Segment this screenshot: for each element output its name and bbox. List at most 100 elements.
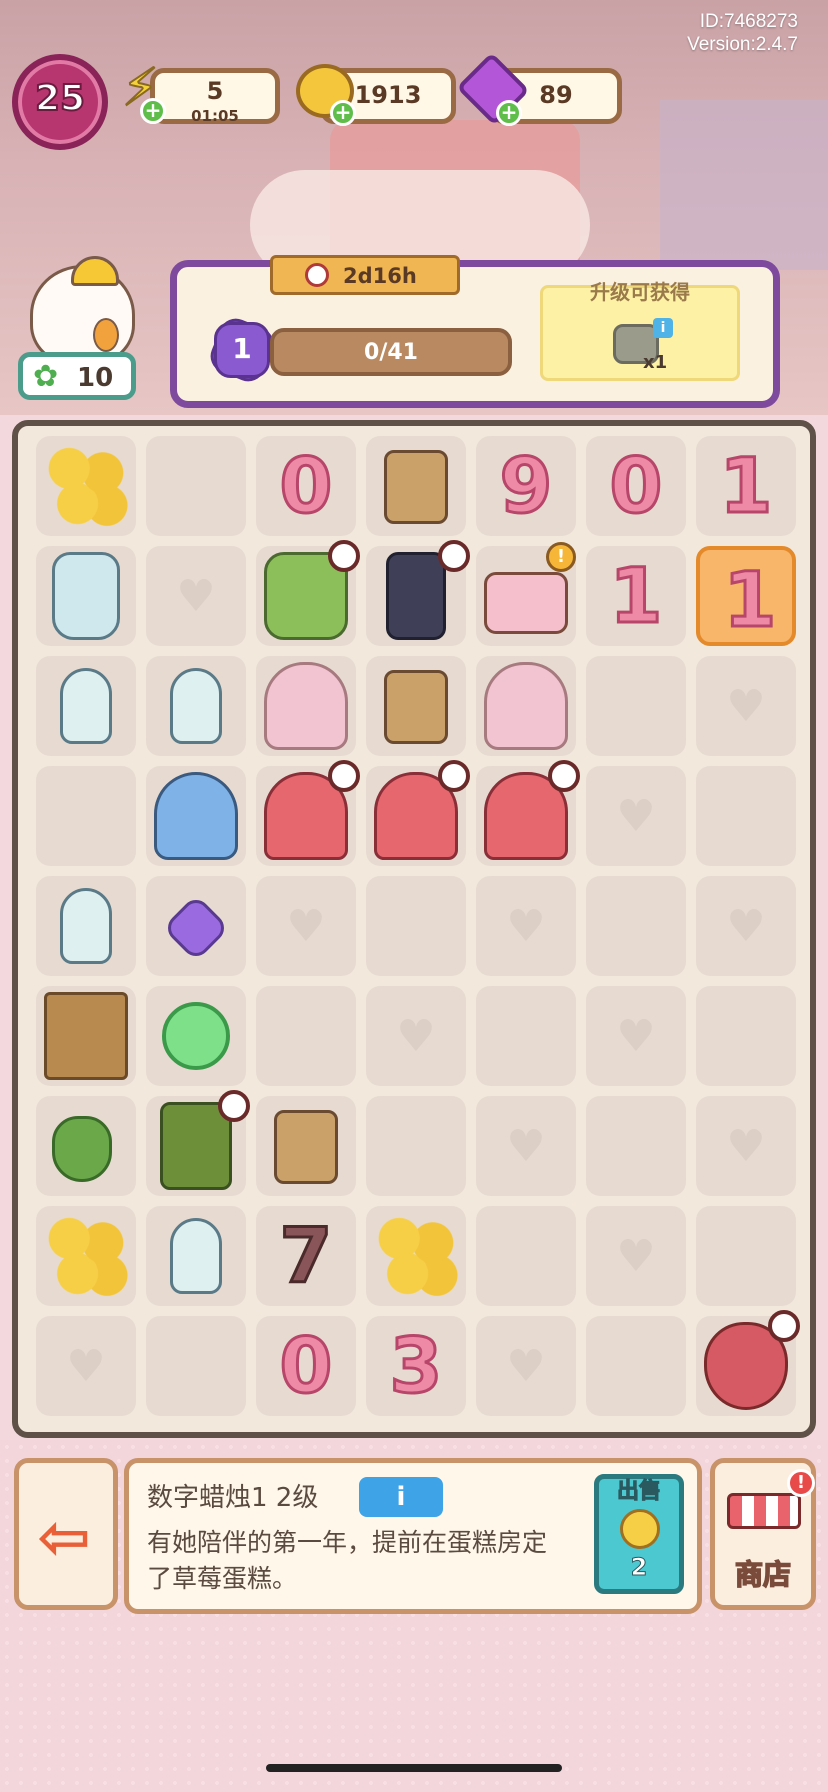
number-candle-item[interactable]: 0 xyxy=(264,442,348,530)
number-candle-item[interactable]: 3 xyxy=(374,1322,458,1410)
number-candle-item[interactable]: 0 xyxy=(594,442,678,530)
upgrade-reward-box[interactable]: 升级可获得 i x1 xyxy=(540,280,740,381)
music-box-item[interactable] xyxy=(384,450,448,524)
board-cell[interactable] xyxy=(36,876,136,976)
pouch-item[interactable] xyxy=(52,1116,112,1182)
board-cell[interactable]: 7 xyxy=(256,1206,356,1306)
board-cell[interactable] xyxy=(146,766,246,866)
candy-item[interactable] xyxy=(162,1002,230,1070)
board-cell[interactable]: 1 xyxy=(586,546,686,646)
board-cell[interactable] xyxy=(36,656,136,756)
board-cell[interactable] xyxy=(146,656,246,756)
board-cell[interactable]: 0 xyxy=(256,436,356,536)
jar-item[interactable] xyxy=(52,552,120,640)
energy-plus-button[interactable]: + xyxy=(140,98,166,124)
board-cell[interactable]: ♥ xyxy=(146,546,246,646)
board-cell[interactable]: ♥ xyxy=(586,986,686,1086)
board-cell[interactable] xyxy=(696,986,796,1086)
number-candle-item[interactable]: 7 xyxy=(264,1212,348,1300)
umbrella-item[interactable] xyxy=(154,772,238,860)
cherry-tree-item[interactable] xyxy=(264,662,348,750)
music-box-item[interactable] xyxy=(384,670,448,744)
board-cell[interactable] xyxy=(366,1096,466,1196)
board-cell[interactable] xyxy=(36,546,136,646)
board-cell[interactable] xyxy=(696,766,796,866)
board-cell[interactable]: 3 xyxy=(366,1316,466,1416)
cherry-tree-item[interactable] xyxy=(484,662,568,750)
board-cell[interactable] xyxy=(146,876,246,976)
board-cell[interactable]: ♥ xyxy=(696,876,796,976)
board-cell[interactable]: ♥ xyxy=(366,986,466,1086)
board-cell[interactable] xyxy=(146,1316,246,1416)
board-cell[interactable] xyxy=(476,986,576,1086)
bottle-small-item[interactable] xyxy=(170,1218,222,1294)
bottle-small-item[interactable] xyxy=(170,668,222,744)
clover-counter[interactable]: ✿ 10 xyxy=(18,352,136,400)
board-cell[interactable]: ♥ xyxy=(696,1096,796,1196)
board-cell[interactable] xyxy=(256,656,356,756)
board-cell[interactable]: ! xyxy=(476,542,576,646)
number-candle-item[interactable]: 9 xyxy=(484,442,568,530)
crate-item[interactable] xyxy=(44,992,128,1080)
board-cell[interactable]: ♥ xyxy=(476,1096,576,1196)
board-cell[interactable] xyxy=(366,1206,466,1306)
item-info-button[interactable]: i xyxy=(359,1477,443,1517)
board-cell[interactable] xyxy=(586,656,686,756)
gem-plus-button[interactable]: + xyxy=(496,100,522,126)
board-cell[interactable]: ♥ xyxy=(36,1316,136,1416)
board-cell[interactable]: 1 xyxy=(696,546,796,646)
level-badge[interactable]: 25 xyxy=(12,54,108,150)
board-cell[interactable] xyxy=(366,540,470,646)
board-cell[interactable] xyxy=(696,1310,800,1416)
board-cell[interactable]: 1 xyxy=(696,436,796,536)
board-cell[interactable] xyxy=(256,986,356,1086)
number-candle-item[interactable]: 0 xyxy=(264,1322,348,1410)
duck-character[interactable] xyxy=(30,256,135,365)
board-cell[interactable] xyxy=(36,1096,136,1196)
board-cell[interactable] xyxy=(256,1096,356,1196)
number-candle-item[interactable]: 1 xyxy=(704,442,788,530)
board-cell[interactable] xyxy=(476,656,576,756)
board-cell[interactable]: 9 xyxy=(476,436,576,536)
sell-button[interactable]: 出售 2 xyxy=(594,1474,684,1594)
bottle-item[interactable] xyxy=(60,888,112,964)
board-cell[interactable] xyxy=(146,436,246,536)
board-cell[interactable] xyxy=(146,986,246,1086)
number-candle-item[interactable]: 1 xyxy=(708,556,792,644)
coins-item[interactable] xyxy=(44,442,128,530)
music-box-item[interactable] xyxy=(274,1110,338,1184)
coins-item[interactable] xyxy=(44,1212,128,1300)
board-cell[interactable] xyxy=(366,656,466,756)
board-cell[interactable] xyxy=(146,1090,250,1196)
board-cell[interactable] xyxy=(146,1206,246,1306)
board-cell[interactable] xyxy=(476,1206,576,1306)
board-cell[interactable]: ♥ xyxy=(256,876,356,976)
board-cell[interactable]: ♥ xyxy=(476,876,576,976)
board-cell[interactable]: ♥ xyxy=(586,1206,686,1306)
board-cell[interactable] xyxy=(36,986,136,1086)
board-cell[interactable] xyxy=(586,1096,686,1196)
coins-item[interactable] xyxy=(374,1212,458,1300)
board-cell[interactable]: ♥ xyxy=(696,656,796,756)
board-cell[interactable] xyxy=(366,876,466,976)
purple-star-item[interactable] xyxy=(162,894,230,962)
shop-button[interactable]: 商店 ! xyxy=(710,1458,816,1610)
number-candle-item[interactable]: 1 xyxy=(594,552,678,640)
board-cell[interactable] xyxy=(36,1206,136,1306)
board-cell[interactable]: 0 xyxy=(256,1316,356,1416)
cake-item[interactable] xyxy=(484,572,568,634)
reward-info-icon[interactable]: i xyxy=(653,318,673,338)
bottle-item[interactable] xyxy=(60,668,112,744)
lighter-item[interactable] xyxy=(386,552,446,640)
board-cell[interactable] xyxy=(36,766,136,866)
board-cell[interactable] xyxy=(696,1206,796,1306)
board-cell[interactable] xyxy=(366,436,466,536)
board-cell[interactable] xyxy=(586,1316,686,1416)
board-cell[interactable] xyxy=(476,760,580,866)
board-cell[interactable]: ♥ xyxy=(586,766,686,866)
board-cell[interactable] xyxy=(36,436,136,536)
board-cell[interactable] xyxy=(256,760,360,866)
board-cell[interactable] xyxy=(256,540,360,646)
coin-plus-button[interactable]: + xyxy=(330,100,356,126)
exit-button[interactable]: ⇦ xyxy=(14,1458,118,1610)
